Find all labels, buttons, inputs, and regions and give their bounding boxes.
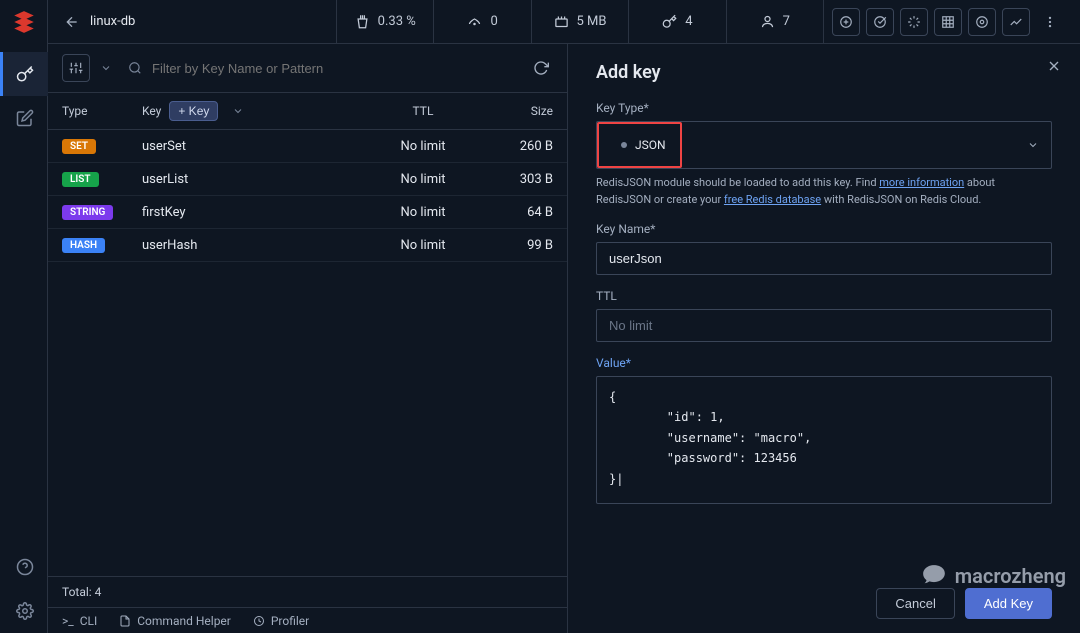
key-browser: Type Key + Key TTL Size SETuserSetNo lim… (48, 44, 568, 633)
rail-workbench[interactable] (0, 96, 48, 140)
search-row (48, 44, 567, 93)
link-free-db[interactable]: free Redis database (724, 193, 821, 206)
table-row[interactable]: STRING firstKeyNo limit64 B (48, 196, 567, 229)
chevron-down-icon (1015, 139, 1051, 151)
doc-icon (119, 615, 131, 627)
size-cell: 99 B (473, 238, 553, 253)
key-name-input[interactable] (596, 242, 1052, 275)
tool-analysis[interactable] (934, 8, 962, 36)
header-type: Type (62, 104, 142, 118)
bb-profiler[interactable]: Profiler (253, 614, 309, 628)
key-cell: userHash (142, 238, 373, 253)
table-row[interactable]: LIST userListNo limit303 B (48, 163, 567, 196)
link-more-info[interactable]: more information (879, 176, 964, 189)
stat-keys: 4 (628, 0, 725, 44)
rail-help[interactable] (0, 545, 48, 589)
label-key-name: Key Name* (596, 222, 1052, 236)
chevron-down-icon[interactable] (100, 62, 118, 74)
table-row[interactable]: HASH userHashNo limit99 B (48, 229, 567, 262)
type-badge: SET (62, 139, 96, 154)
stat-ops: 0 (433, 0, 530, 44)
dot-icon (621, 142, 627, 148)
rail-keys[interactable] (0, 52, 48, 96)
tool-pubsub[interactable] (900, 8, 928, 36)
search-input[interactable] (152, 61, 519, 76)
stat-cpu-value: 0.33 % (378, 14, 416, 29)
ttl-input[interactable] (596, 309, 1052, 342)
chevron-down-icon[interactable] (232, 105, 244, 117)
add-key-submit-button[interactable]: Add Key (965, 588, 1052, 619)
refresh-icon[interactable] (529, 56, 553, 80)
profiler-icon (253, 615, 265, 627)
key-cell: firstKey (142, 205, 373, 220)
cancel-button[interactable]: Cancel (876, 588, 954, 619)
search-icon (128, 61, 142, 75)
label-key-type: Key Type* (596, 101, 1052, 115)
label-value: Value* (596, 356, 1052, 370)
ttl-cell: No limit (373, 238, 473, 253)
redis-logo (8, 6, 40, 38)
stat-ops-value: 0 (490, 14, 497, 29)
stat-mem: 5 MB (531, 0, 628, 44)
filter-icon[interactable] (62, 54, 90, 82)
label-ttl: TTL (596, 289, 1052, 303)
ttl-cell: No limit (373, 172, 473, 187)
tool-chart[interactable] (1002, 8, 1030, 36)
terminal-icon: >_ (62, 614, 74, 628)
add-key-pane: Add key Key Type* JSON (568, 44, 1080, 633)
header-size: Size (473, 104, 553, 118)
stat-cpu: 0.33 % (336, 0, 433, 44)
bottombar: >_CLI Command Helper Profiler (48, 607, 567, 633)
value-textarea[interactable] (596, 376, 1052, 504)
topbar: linux-db 0.33 % 0 5 MB 4 (48, 0, 1080, 44)
type-badge: STRING (62, 205, 113, 220)
stat-clients: 7 (726, 0, 823, 44)
size-cell: 64 B (473, 205, 553, 220)
bb-helper[interactable]: Command Helper (119, 614, 231, 628)
table-footer: Total: 4 (48, 576, 567, 607)
type-badge: LIST (62, 172, 99, 187)
rail-settings[interactable] (0, 589, 48, 633)
key-type-hint: RedisJSON module should be loaded to add… (596, 175, 1052, 208)
stat-clients-value: 7 (783, 14, 790, 29)
tool-settings[interactable] (968, 8, 996, 36)
pane-footer: Cancel Add Key (596, 572, 1052, 619)
size-cell: 260 B (473, 139, 553, 154)
table-row[interactable]: SET userSetNo limit260 B (48, 130, 567, 163)
key-cell: userList (142, 172, 373, 187)
back-icon[interactable] (64, 14, 80, 30)
stat-mem-value: 5 MB (577, 14, 607, 29)
table-rows: SETuserSetNo limit260 BLISTuserListNo li… (48, 130, 567, 262)
ttl-cell: No limit (373, 205, 473, 220)
header-ttl: TTL (373, 104, 473, 118)
key-cell: userSet (142, 139, 373, 154)
type-badge: HASH (62, 238, 105, 253)
left-rail (0, 0, 48, 633)
ttl-cell: No limit (373, 139, 473, 154)
bb-cli[interactable]: >_CLI (62, 614, 97, 628)
stats: 0.33 % 0 5 MB 4 7 (336, 0, 823, 44)
table-head: Type Key + Key TTL Size (48, 93, 567, 130)
pane-title: Add key (596, 62, 1052, 83)
tool-workbench[interactable] (832, 8, 860, 36)
breadcrumb: linux-db (56, 14, 336, 30)
key-type-value: JSON (635, 138, 666, 152)
stat-keys-value: 4 (685, 14, 692, 29)
tool-bulk[interactable] (866, 8, 894, 36)
header-key: Key (142, 104, 161, 118)
size-cell: 303 B (473, 172, 553, 187)
add-key-button[interactable]: + Key (169, 101, 218, 121)
tools (823, 0, 1072, 44)
key-type-select[interactable]: JSON (596, 121, 1052, 169)
tool-more[interactable] (1036, 8, 1064, 36)
close-icon[interactable] (1046, 58, 1062, 74)
db-name[interactable]: linux-db (90, 14, 135, 29)
